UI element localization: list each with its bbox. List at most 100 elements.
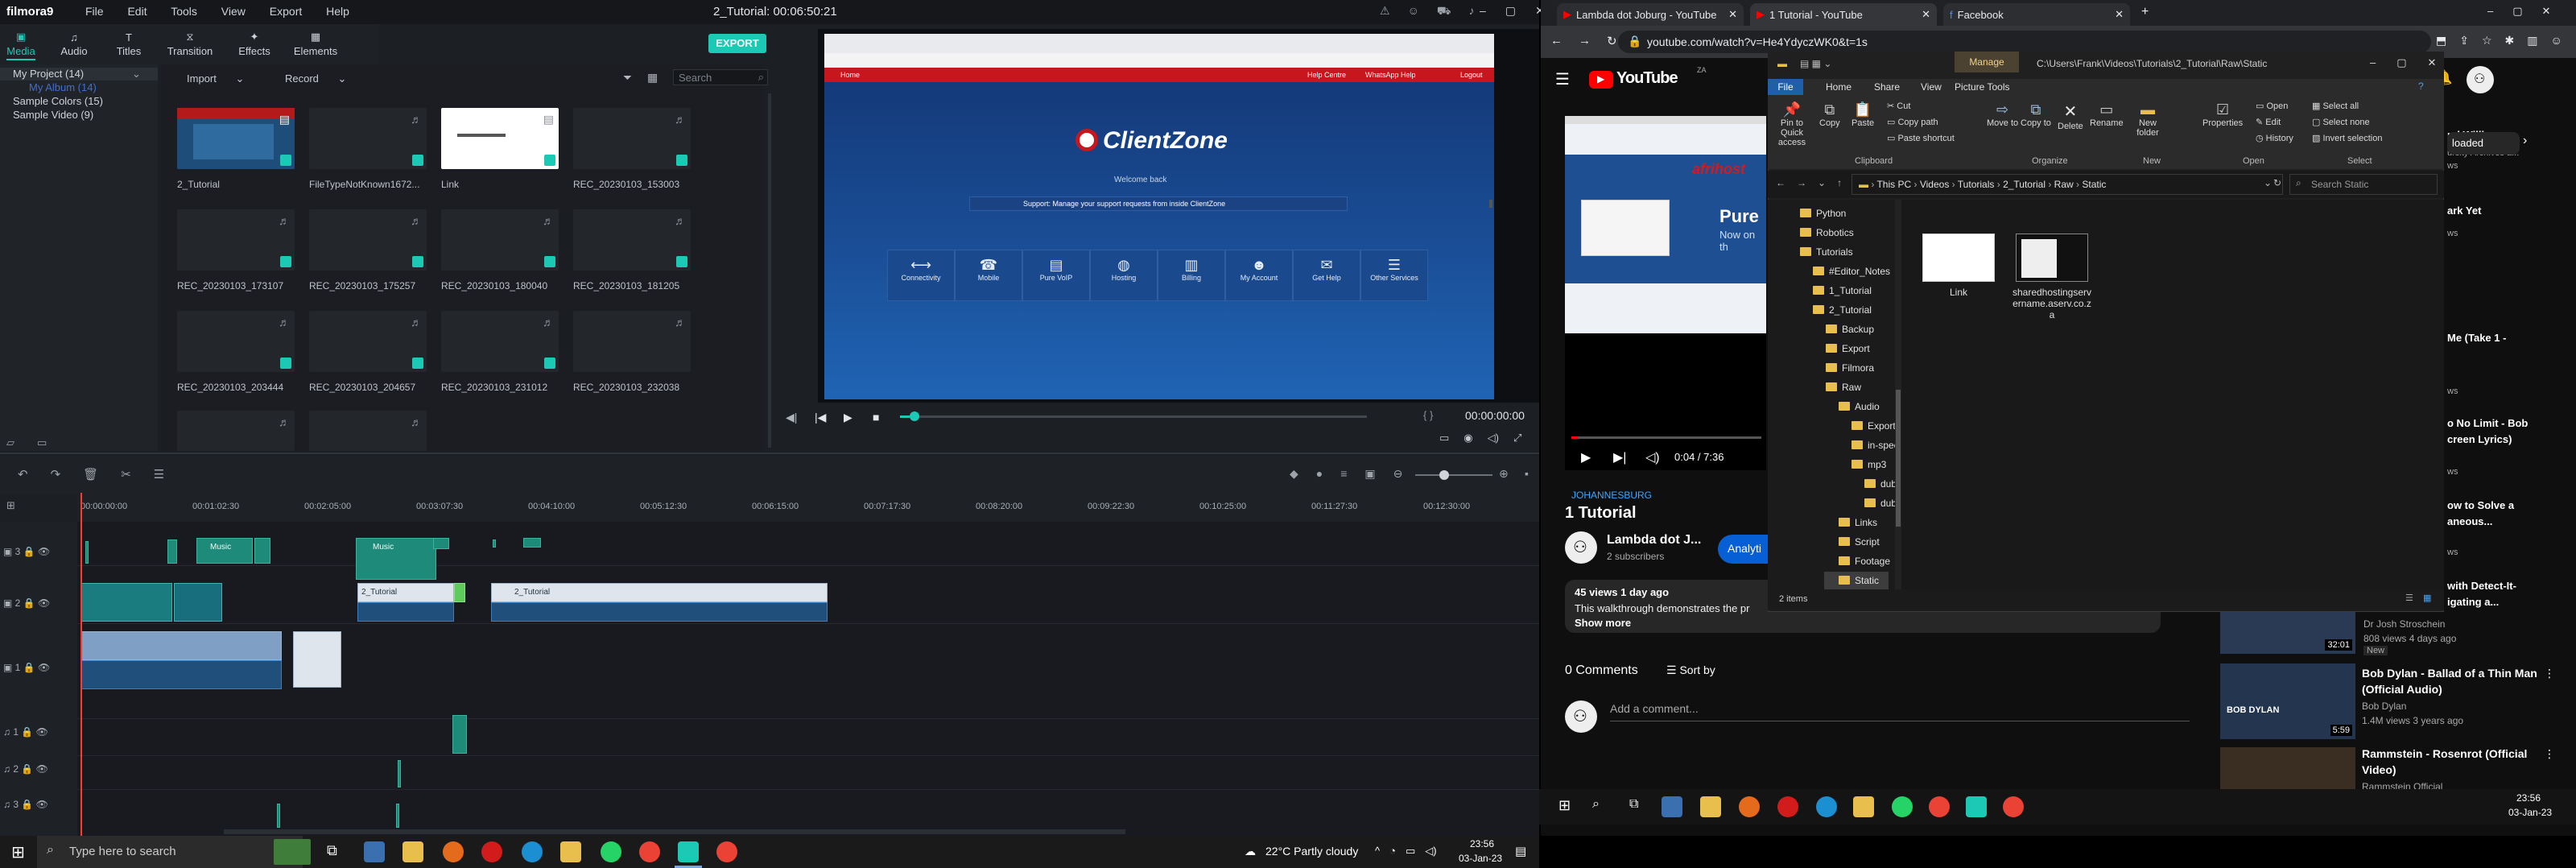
firefox-icon[interactable] — [443, 841, 464, 862]
tab-audio[interactable]: ♫ Audio — [50, 29, 98, 58]
player-resize-handle[interactable] — [1489, 200, 1492, 208]
tab-media[interactable]: ▣ Media — [0, 29, 45, 60]
undo-icon[interactable]: ↶ — [18, 467, 28, 482]
store-icon[interactable] — [1700, 796, 1721, 817]
media-thumb-rec[interactable]: ♬ — [177, 209, 295, 271]
rec-title-fragment[interactable]: Me (Take 1 - — [2447, 332, 2506, 344]
recent-icon[interactable]: ⌄ — [1818, 177, 1826, 188]
move-to-button[interactable]: ⇨ Move to — [1987, 101, 2018, 128]
timeline-clip-audio[interactable] — [80, 660, 282, 689]
start-icon[interactable]: ⊞ — [1558, 797, 1571, 814]
track-header[interactable]: ♫ 2 🔒 👁 — [3, 763, 48, 775]
play-back-icon[interactable]: |◀ — [815, 411, 826, 424]
timeline-tracks[interactable]: Music Music 2_Tutorial 2_Tutorial — [77, 522, 1539, 836]
media-thumb-rec[interactable]: ♬ — [309, 311, 427, 372]
show-more-link[interactable]: Show more — [1575, 617, 1631, 629]
cart-icon[interactable]: ⛟ — [1437, 4, 1451, 19]
media-thumb-filetype[interactable]: ♬ — [309, 108, 427, 169]
youtube-logo-text[interactable]: YouTube — [1616, 69, 1678, 88]
browser-tab-facebook[interactable]: f Facebook ✕ — [1943, 3, 2130, 26]
nav-item[interactable]: mp3 — [1852, 456, 1886, 473]
tab-effects[interactable]: ✦ Effects — [230, 29, 279, 57]
timeline-audio-clip[interactable] — [452, 715, 467, 754]
media-thumb-rec[interactable]: ♬ — [309, 411, 427, 451]
rec-title-fragment[interactable]: creen Lyrics) — [2447, 433, 2512, 445]
explorer-breadcrumb[interactable]: ▬ › This PC › Videos › Tutorials › 2_Tut… — [1852, 174, 2283, 195]
rename-button[interactable]: ▭ Rename — [2090, 101, 2124, 128]
timeline-settings-icon[interactable]: ▪ — [1525, 467, 1529, 480]
tab-titles[interactable]: T Titles — [105, 29, 153, 58]
folder-icon[interactable]: ▭ — [37, 436, 47, 449]
zoom-out-icon[interactable]: ⊖ — [1393, 467, 1403, 481]
timeline-clip[interactable] — [167, 539, 177, 564]
timeline-clip-music[interactable]: Music — [356, 538, 436, 580]
more-options-icon[interactable]: ⋮ — [2544, 747, 2555, 761]
sort-button[interactable]: ☰ Sort by — [1666, 663, 1715, 677]
quick-access-toolbar-icon[interactable]: ▤ ▦ ⌄ — [1800, 58, 1831, 69]
track-header[interactable]: ▣ 1 🔒 👁 — [3, 662, 50, 673]
new-tab-icon[interactable]: + — [2141, 5, 2149, 19]
chip-filter[interactable]: loaded — [2447, 132, 2520, 155]
timeline-clip-audio[interactable] — [357, 602, 454, 622]
channel-avatar[interactable]: ⚇ — [1565, 531, 1597, 564]
edit-button[interactable]: ✎ Edit — [2256, 114, 2293, 130]
task-view-icon[interactable]: ⧉ — [1629, 797, 1638, 812]
chevron-down-icon[interactable]: ⌄ — [132, 68, 141, 81]
rec-title-fragment[interactable]: with Detect-It- — [2447, 580, 2516, 592]
paste-button[interactable]: 📋 Paste — [1852, 101, 1874, 128]
timeline-clip-video[interactable] — [293, 631, 341, 688]
minimize-icon[interactable]: – — [1480, 4, 1486, 18]
adjust-icon[interactable]: ☰ — [154, 467, 164, 482]
timeline-scrollbar[interactable] — [224, 829, 1125, 834]
track-header[interactable]: ▣ 3 🔒 👁 — [3, 546, 50, 557]
tree-my-project[interactable]: My Project (14) — [13, 68, 84, 80]
tray-app-icon[interactable]: ◔ — [1389, 845, 1396, 858]
analytics-button[interactable]: Analyti — [1718, 535, 1768, 564]
bracket-icon[interactable]: { } — [1423, 409, 1433, 421]
render-icon[interactable]: ▣ — [1364, 467, 1375, 481]
media-thumb-rec[interactable]: ♬ — [177, 311, 295, 372]
bookmark-icon[interactable]: ☆ — [2482, 34, 2492, 48]
store-icon[interactable] — [402, 841, 423, 862]
chrome-profile-icon[interactable] — [2003, 796, 2024, 817]
more-options-icon[interactable]: ⋮ — [2544, 667, 2555, 680]
rec-channel[interactable]: Bob Dylan — [2362, 701, 2406, 712]
media-thumb-rec[interactable]: ♬ — [309, 209, 427, 271]
file-name[interactable]: sharedhostingservername.aserv.co.za — [2011, 287, 2093, 320]
file-explorer-icon[interactable] — [560, 841, 581, 862]
nav-item[interactable]: Tutorials — [1800, 243, 1853, 261]
select-none-button[interactable]: ▢ Select none — [2312, 114, 2382, 130]
start-icon[interactable]: ⊞ — [11, 842, 25, 862]
forward-icon[interactable]: → — [1579, 34, 1591, 48]
nav-item[interactable]: Audio — [1839, 398, 1880, 415]
up-icon[interactable]: ↑ — [1837, 177, 1842, 188]
zoom-slider-knob[interactable] — [1439, 470, 1449, 480]
outlook-icon[interactable] — [1662, 796, 1682, 817]
record-button[interactable]: Record ⌄ — [285, 72, 346, 95]
edge-icon[interactable] — [1816, 796, 1837, 817]
file-thumbnail[interactable] — [2016, 234, 2088, 282]
timeline-clip-video[interactable] — [80, 631, 282, 660]
nav-item[interactable]: #Editor_Notes — [1813, 262, 1890, 280]
voiceover-icon[interactable]: ● — [1316, 467, 1323, 481]
menu-help[interactable]: Help — [326, 5, 349, 18]
youtube-logo-icon[interactable]: ▶ — [1589, 71, 1613, 89]
ribbon-tab-picture-tools[interactable]: Picture Tools — [1955, 81, 2009, 93]
media-thumb-rec[interactable]: ♬ — [441, 311, 559, 372]
rec-thumbnail[interactable]: BOB DYLAN 5:59 — [2220, 663, 2355, 739]
whatsapp-icon[interactable] — [601, 841, 621, 862]
nav-scrollbar[interactable] — [1895, 200, 1901, 589]
track-header[interactable]: ♫ 1 🔒 👁 — [3, 726, 48, 738]
select-all-button[interactable]: ▦ Select all — [2312, 98, 2382, 114]
nav-item[interactable]: Backup — [1826, 320, 1874, 338]
taskbar-search-box[interactable]: ⌕ Type here to search — [37, 836, 303, 868]
nav-item[interactable]: Links — [1839, 514, 1877, 531]
playback-track[interactable] — [900, 415, 1367, 418]
tab-elements[interactable]: ▦ Elements — [291, 29, 340, 57]
delete-button[interactable]: ✕ Delete — [2058, 101, 2083, 131]
ribbon-tab-home[interactable]: Home — [1826, 81, 1852, 93]
comment-input[interactable]: Add a comment... — [1610, 702, 2190, 721]
timeline-clip[interactable] — [523, 538, 541, 548]
open-button[interactable]: ▭ Open — [2256, 98, 2293, 114]
zoom-slider[interactable] — [1415, 470, 1492, 480]
